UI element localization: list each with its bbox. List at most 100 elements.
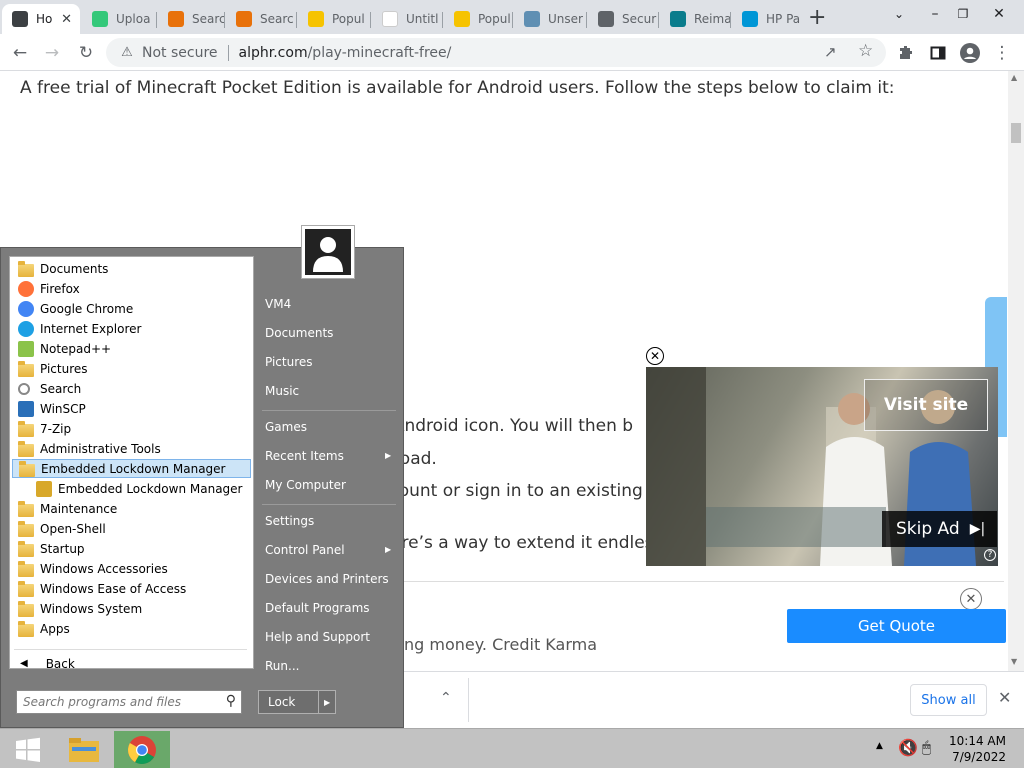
restore-icon[interactable]: ❐ bbox=[950, 2, 976, 26]
start-button[interactable] bbox=[0, 731, 56, 768]
share-icon[interactable]: ↗ bbox=[824, 43, 837, 61]
program-item[interactable]: Windows System bbox=[12, 599, 251, 618]
program-label: Firefox bbox=[40, 281, 80, 296]
user-picture[interactable] bbox=[301, 225, 355, 279]
program-item[interactable]: Maintenance bbox=[12, 499, 251, 518]
browser-tab[interactable]: Searc bbox=[226, 4, 296, 34]
lock-button[interactable]: Lock ▶ bbox=[258, 690, 336, 714]
chrome-taskbar-icon[interactable] bbox=[114, 731, 170, 768]
download-chevron-up-icon[interactable]: ⌃ bbox=[440, 690, 452, 706]
tab-favicon-icon bbox=[308, 11, 324, 27]
get-quote-button[interactable]: Get Quote bbox=[787, 609, 1006, 643]
browser-tab[interactable]: Popul bbox=[444, 4, 512, 34]
program-item[interactable]: Pictures bbox=[12, 359, 251, 378]
url-text[interactable]: alphr.com/play-minecraft-free/ bbox=[239, 45, 452, 61]
start-search-input[interactable]: Search programs and files ⚲ bbox=[16, 690, 242, 714]
forward-arrow-icon[interactable]: → bbox=[40, 41, 64, 65]
start-link-help-and-support[interactable]: Help and Support bbox=[265, 630, 370, 644]
visit-site-button[interactable]: Visit site bbox=[864, 379, 988, 431]
side-panel-icon[interactable] bbox=[926, 41, 950, 65]
start-link-my-computer[interactable]: My Computer bbox=[265, 478, 346, 492]
tab-separator bbox=[224, 12, 225, 28]
scroll-down-icon[interactable]: ▼ bbox=[1011, 657, 1017, 666]
magnifier-icon[interactable]: ⚲ bbox=[226, 693, 236, 709]
minimize-icon[interactable]: – bbox=[922, 2, 948, 26]
user-avatar-icon bbox=[305, 229, 351, 275]
close-window-icon[interactable]: ✕ bbox=[986, 2, 1012, 26]
start-links-divider bbox=[262, 410, 396, 411]
program-item[interactable]: Open-Shell bbox=[12, 519, 251, 538]
scroll-thumb[interactable] bbox=[1011, 123, 1021, 143]
start-link-pictures[interactable]: Pictures bbox=[265, 355, 313, 369]
program-label: Apps bbox=[40, 621, 70, 636]
folder-icon bbox=[18, 581, 34, 597]
clock[interactable]: 10:14 AM 7/9/2022 bbox=[949, 733, 1006, 765]
address-bar[interactable]: ⚠ Not secure alphr.com/play-minecraft-fr… bbox=[106, 38, 886, 67]
start-link-games[interactable]: Games bbox=[265, 420, 307, 434]
tab-search-icon[interactable]: ⌄ bbox=[886, 2, 912, 26]
browser-tab[interactable]: Uploa bbox=[82, 4, 154, 34]
file-explorer-taskbar-icon[interactable] bbox=[56, 731, 112, 768]
program-item[interactable]: Windows Accessories bbox=[12, 559, 251, 578]
start-link-default-programs[interactable]: Default Programs bbox=[265, 601, 370, 615]
network-icon[interactable]: 🖱 bbox=[922, 738, 931, 756]
ad-info-icon[interactable]: ? bbox=[984, 549, 996, 561]
program-item[interactable]: Search bbox=[12, 379, 251, 398]
bookmark-star-icon[interactable]: ☆ bbox=[858, 41, 873, 61]
tab-close-icon[interactable]: ✕ bbox=[61, 12, 72, 27]
program-item[interactable]: WinSCP bbox=[12, 399, 251, 418]
browser-tab[interactable]: Unser bbox=[514, 4, 586, 34]
tray-expand-icon[interactable]: ▲ bbox=[876, 741, 883, 751]
program-item[interactable]: Internet Explorer bbox=[12, 319, 251, 338]
browser-tab[interactable]: Reima bbox=[660, 4, 730, 34]
program-item[interactable]: Embedded Lockdown Manager bbox=[12, 459, 251, 478]
program-item[interactable]: Google Chrome bbox=[12, 299, 251, 318]
start-link-settings[interactable]: Settings bbox=[265, 514, 314, 528]
start-link-control-panel[interactable]: Control Panel bbox=[265, 543, 345, 557]
warning-icon[interactable]: ⚠ bbox=[119, 45, 135, 61]
scroll-up-icon[interactable]: ▲ bbox=[1011, 73, 1017, 82]
tab-favicon-icon bbox=[670, 11, 686, 27]
start-link-documents[interactable]: Documents bbox=[265, 326, 333, 340]
back-arrow-icon[interactable]: ← bbox=[8, 41, 32, 65]
browser-tab[interactable]: Secur bbox=[588, 4, 658, 34]
back-button[interactable]: ◀ Back bbox=[12, 654, 251, 673]
start-link-devices-and-printers[interactable]: Devices and Printers bbox=[265, 572, 389, 586]
profile-avatar-icon[interactable] bbox=[958, 41, 982, 65]
security-label[interactable]: Not secure bbox=[142, 45, 218, 61]
program-item[interactable]: Documents bbox=[12, 259, 251, 278]
program-item[interactable]: Apps bbox=[12, 619, 251, 638]
browser-tab[interactable]: Searc bbox=[158, 4, 224, 34]
tab-separator bbox=[658, 12, 659, 28]
page-scrollbar[interactable]: ▲ ▼ bbox=[1008, 71, 1024, 671]
show-all-button[interactable]: Show all bbox=[910, 684, 987, 716]
program-label: Windows Ease of Access bbox=[40, 581, 187, 596]
volume-muted-icon[interactable]: 🔇 bbox=[898, 738, 918, 757]
program-item[interactable]: Embedded Lockdown Manager bbox=[12, 479, 251, 498]
browser-tab[interactable]: Ho ✕ bbox=[2, 4, 80, 34]
program-item[interactable]: Administrative Tools bbox=[12, 439, 251, 458]
program-item[interactable]: Startup bbox=[12, 539, 251, 558]
skip-ad-button[interactable]: Skip Ad ▶| bbox=[882, 511, 997, 547]
lock-options-arrow-icon[interactable]: ▶ bbox=[318, 691, 330, 713]
browser-tab[interactable]: HP Pa bbox=[732, 4, 802, 34]
extensions-icon[interactable] bbox=[894, 41, 918, 65]
reload-icon[interactable]: ↻ bbox=[74, 41, 98, 65]
start-link-recent-items[interactable]: Recent Items bbox=[265, 449, 344, 463]
video-ad[interactable]: Visit site Skip Ad ▶| ? bbox=[646, 367, 998, 566]
program-item[interactable]: 7-Zip bbox=[12, 419, 251, 438]
start-link-run[interactable]: Run... bbox=[265, 659, 299, 673]
ad-close-icon[interactable]: ✕ bbox=[646, 347, 664, 365]
banner-close-icon[interactable]: ✕ bbox=[960, 588, 982, 610]
start-link-vm4[interactable]: VM4 bbox=[265, 297, 291, 311]
new-tab-button[interactable]: + bbox=[808, 5, 826, 30]
program-item[interactable]: Notepad++ bbox=[12, 339, 251, 358]
menu-kebab-icon[interactable]: ⋮ bbox=[990, 41, 1014, 65]
browser-tab[interactable]: Popul bbox=[298, 4, 368, 34]
browser-tab[interactable]: Untitl bbox=[372, 4, 442, 34]
start-link-music[interactable]: Music bbox=[265, 384, 299, 398]
url-path: /play-minecraft-free/ bbox=[307, 44, 452, 61]
download-bar-close-icon[interactable]: ✕ bbox=[998, 688, 1011, 707]
program-item[interactable]: Windows Ease of Access bbox=[12, 579, 251, 598]
program-item[interactable]: Firefox bbox=[12, 279, 251, 298]
